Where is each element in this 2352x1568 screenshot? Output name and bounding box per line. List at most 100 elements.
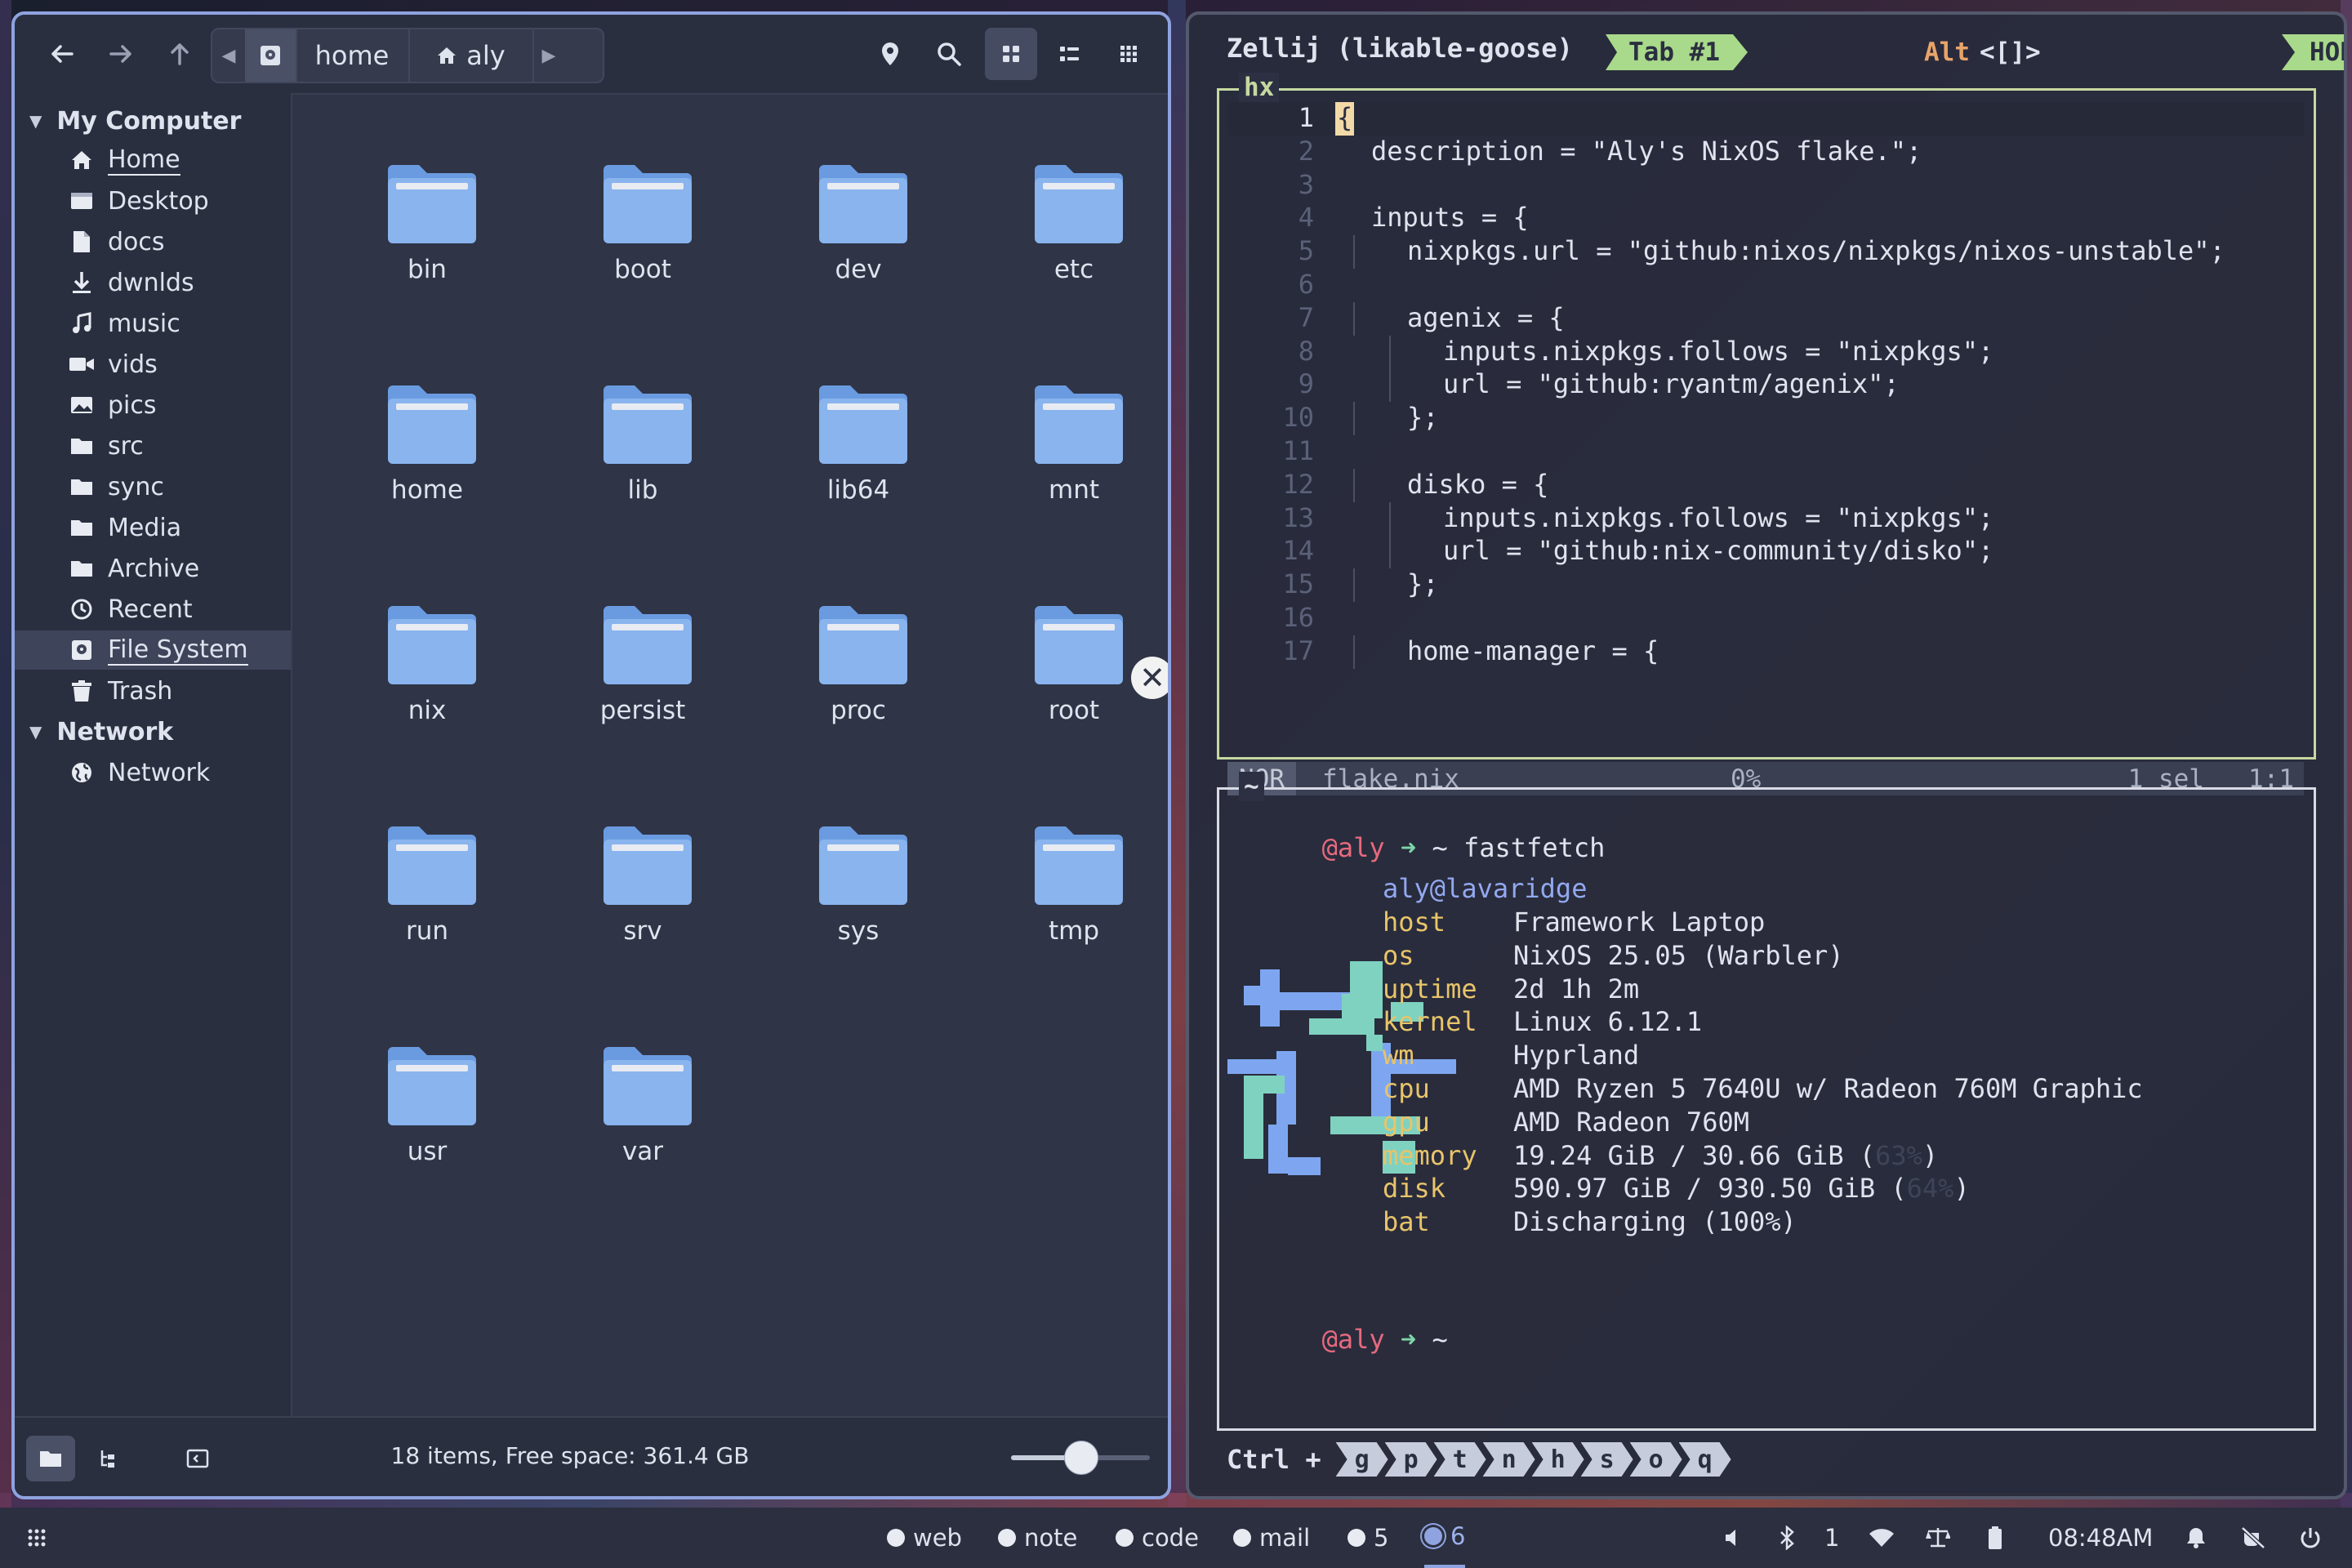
folder-proc[interactable]: proc: [756, 567, 960, 787]
editor-line[interactable]: 10};: [1227, 402, 2304, 436]
editor-line[interactable]: 9 url = "github:ryantm/agenix";: [1227, 368, 2304, 403]
icon-view-button[interactable]: [985, 28, 1037, 80]
wifi-button[interactable]: [1869, 1508, 1895, 1568]
zoom-slider-knob[interactable]: [1064, 1441, 1098, 1475]
folder-root[interactable]: root ✕: [972, 567, 1168, 787]
key-hint-o[interactable]: o: [1630, 1442, 1682, 1477]
folder-etc[interactable]: etc: [972, 126, 1168, 346]
sidebar-item-sync[interactable]: sync: [15, 467, 291, 506]
sidebar-section-my-computer[interactable]: ▼ My Computer: [29, 101, 241, 140]
sidebar-item-docs[interactable]: docs: [15, 222, 291, 261]
list-view-button[interactable]: [1047, 33, 1093, 75]
folder-nix[interactable]: nix: [325, 567, 529, 787]
volume-button[interactable]: [1723, 1508, 1744, 1568]
clock[interactable]: 08:48AM: [2048, 1508, 2153, 1568]
workspace-note[interactable]: note: [998, 1508, 1077, 1568]
editor-line[interactable]: 14 url = "github:nix-community/disko";: [1227, 535, 2304, 569]
idle-inhibit-button[interactable]: [2241, 1508, 2265, 1568]
path-crumb-home[interactable]: home: [296, 29, 410, 82]
path-crumb-aly[interactable]: aly: [408, 29, 534, 82]
folder-lib64[interactable]: lib64: [756, 346, 960, 567]
folder-tmp[interactable]: tmp: [972, 787, 1168, 1008]
sidebar-item-trash[interactable]: Trash: [15, 671, 291, 710]
sidebar-item-media[interactable]: Media: [15, 508, 291, 547]
back-button[interactable]: [39, 33, 85, 75]
folder-sys[interactable]: sys: [756, 787, 960, 1008]
places-pane-button[interactable]: [26, 1436, 75, 1481]
editor-line[interactable]: 1{: [1227, 102, 2304, 136]
tab-1[interactable]: Tab #1: [1606, 34, 1748, 70]
editor-line[interactable]: 4 inputs = {: [1227, 202, 2304, 235]
sidebar-item-network[interactable]: Network: [15, 753, 291, 792]
sidebar-item-file-system[interactable]: File System: [15, 630, 291, 670]
zoom-slider[interactable]: [1011, 1441, 1150, 1475]
search-button[interactable]: [926, 33, 972, 75]
editor-line[interactable]: 6: [1227, 269, 2304, 302]
path-scroll-right[interactable]: ▶: [532, 29, 565, 82]
folder-mnt[interactable]: mnt: [972, 346, 1168, 567]
folder-home[interactable]: home: [325, 346, 529, 567]
sidebar-item-src[interactable]: src: [15, 426, 291, 466]
battery-indicator[interactable]: [1988, 1508, 2002, 1568]
editor-line[interactable]: 15};: [1227, 568, 2304, 603]
sidebar-item-archive[interactable]: Archive: [15, 549, 291, 588]
folder-bin[interactable]: bin: [325, 126, 529, 346]
path-scroll-left[interactable]: ◀: [212, 29, 247, 82]
app-launcher-button[interactable]: [28, 1508, 46, 1568]
key-hint-n[interactable]: n: [1483, 1442, 1535, 1477]
location-button[interactable]: [867, 33, 913, 75]
key-hint-h[interactable]: h: [1532, 1442, 1584, 1477]
folder-persist[interactable]: persist: [541, 567, 745, 787]
sidebar-item-home[interactable]: Home: [15, 140, 291, 180]
key-hint-g[interactable]: g: [1336, 1442, 1388, 1477]
editor-line[interactable]: 12 disko = {: [1227, 468, 2304, 502]
editor-line[interactable]: 7 agenix = {: [1227, 301, 2304, 336]
compact-view-button[interactable]: [1106, 33, 1152, 75]
editor-line[interactable]: 3: [1227, 169, 2304, 203]
editor-pane[interactable]: hx 1{2 description = "Aly's NixOS flake."…: [1217, 73, 2316, 795]
sidebar-item-vids[interactable]: vids: [15, 345, 291, 384]
shell-pane[interactable]: ~ @aly ➜ ~ fastfetch aly@lavaridge host Fr…: [1217, 772, 2316, 1431]
folder-boot[interactable]: boot: [541, 126, 745, 346]
power-button[interactable]: [2300, 1508, 2321, 1568]
prompt-user: @aly: [1321, 832, 1385, 863]
sidebar-item-recent[interactable]: Recent: [15, 590, 291, 629]
sidebar-item-dwnlds[interactable]: dwnlds: [15, 263, 291, 302]
folder-dev[interactable]: dev: [756, 126, 960, 346]
sidebar-item-desktop[interactable]: Desktop: [15, 181, 291, 220]
key-hint-q[interactable]: q: [1679, 1442, 1731, 1477]
key-hint-s[interactable]: s: [1581, 1442, 1633, 1477]
sidebar-item-pics[interactable]: pics: [15, 385, 291, 425]
power-profile-button[interactable]: [1926, 1508, 1950, 1568]
editor-line[interactable]: 5 nixpkgs.url = "github:nixos/nixpkgs/nix…: [1227, 235, 2304, 270]
bluetooth-button[interactable]: [1779, 1508, 1795, 1568]
editor-line[interactable]: 16: [1227, 602, 2304, 635]
editor-line[interactable]: 2 description = "Aly's NixOS flake.";: [1227, 136, 2304, 169]
folder-lib[interactable]: lib: [541, 346, 745, 567]
workspace-6[interactable]: 6: [1424, 1508, 1466, 1568]
toggle-sidebar-button[interactable]: [173, 1436, 222, 1481]
editor-line[interactable]: 8 inputs.nixpkgs.follows = "nixpkgs";: [1227, 335, 2304, 369]
notifications-button[interactable]: [2185, 1508, 2207, 1568]
shell-prompt-line[interactable]: @aly ➜ ~: [1227, 1293, 1448, 1355]
editor-line[interactable]: 13 inputs.nixpkgs.follows = "nixpkgs";: [1227, 501, 2304, 536]
folder-usr[interactable]: usr: [325, 1008, 529, 1228]
folder-var[interactable]: var: [541, 1008, 745, 1228]
up-button[interactable]: [157, 33, 203, 75]
sidebar-item-music[interactable]: music: [15, 304, 291, 343]
forward-button[interactable]: [98, 33, 144, 75]
editor-line[interactable]: 17 home-manager = {: [1227, 635, 2304, 669]
key-hint-t[interactable]: t: [1434, 1442, 1486, 1477]
editor-line[interactable]: 11: [1227, 435, 2304, 469]
sidebar-section-network[interactable]: ▼ Network: [29, 712, 173, 751]
key-hint-p[interactable]: p: [1385, 1442, 1437, 1477]
folder-srv[interactable]: srv: [541, 787, 745, 1008]
folder-run[interactable]: run: [325, 787, 529, 1008]
layout-mode-badge[interactable]: HORIZONTAL: [2282, 34, 2347, 70]
tree-pane-button[interactable]: [85, 1436, 134, 1481]
path-crumb-root[interactable]: [245, 29, 297, 82]
workspace-web[interactable]: web: [887, 1508, 962, 1568]
workspace-code[interactable]: code: [1116, 1508, 1199, 1568]
workspace-mail[interactable]: mail: [1233, 1508, 1310, 1568]
workspace-5[interactable]: 5: [1348, 1508, 1388, 1568]
